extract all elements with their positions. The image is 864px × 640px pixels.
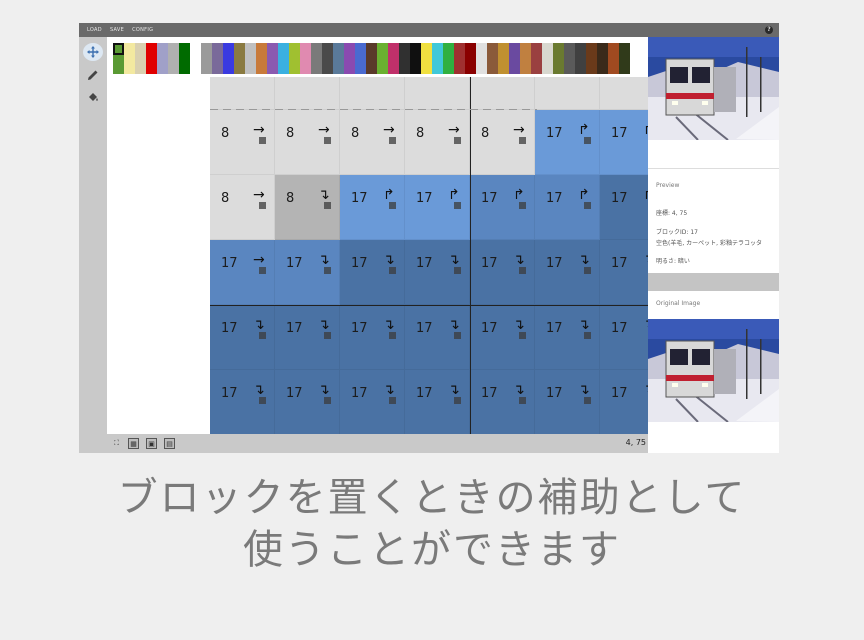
cursor-coordinates: 4, 75	[625, 438, 646, 447]
color-palette	[107, 37, 648, 77]
chunk-lines	[210, 77, 648, 434]
palette-swatch[interactable]	[146, 43, 157, 74]
info-coordinates: 座標: 4, 75	[656, 210, 688, 217]
palette-swatch[interactable]	[212, 43, 223, 74]
caption-line-1: ブロックを置くときの補助として	[117, 475, 747, 521]
palette-swatch[interactable]	[223, 43, 234, 74]
palette-swatch[interactable]	[256, 43, 267, 74]
palette-swatch[interactable]	[553, 43, 564, 74]
palette-swatch[interactable]	[267, 43, 278, 74]
info-block-id: ブロックID: 17	[656, 229, 698, 236]
menu-bar: LOAD SAVE CONFIG ?	[79, 23, 779, 37]
app-window: LOAD SAVE CONFIG ? 8 → 8 → 8 → 8 → 8 → 17 ↱ 1	[79, 23, 779, 453]
preview-label: Preview	[656, 182, 680, 189]
palette-swatch[interactable]	[300, 43, 311, 74]
palette-swatch[interactable]	[520, 43, 531, 74]
palette-swatch[interactable]	[157, 43, 168, 74]
divider	[648, 168, 779, 169]
info-brightness: 明るさ: 暗い	[656, 258, 690, 265]
chunk-toggle-icon[interactable]: ▣	[146, 438, 157, 449]
tool-sidebar	[79, 37, 107, 453]
info-block-name: 空色(羊毛, カーペット, 彩釉テラコッタ	[656, 240, 762, 247]
palette-swatch[interactable]	[465, 43, 476, 74]
palette-selected-swatch[interactable]	[113, 43, 124, 55]
caption-line-2: 使うことができます	[243, 527, 621, 573]
palette-swatch[interactable]	[586, 43, 597, 74]
palette-swatch[interactable]	[476, 43, 487, 74]
palette-swatch[interactable]	[388, 43, 399, 74]
move-tool-button[interactable]	[83, 43, 103, 61]
menu-save[interactable]: SAVE	[110, 27, 124, 33]
palette-swatch[interactable]	[366, 43, 377, 74]
palette-swatch[interactable]	[168, 43, 179, 74]
pencil-tool-button[interactable]	[83, 66, 103, 84]
palette-swatch[interactable]	[377, 43, 388, 74]
palette-swatch[interactable]	[201, 43, 212, 74]
palette-swatch[interactable]	[608, 43, 619, 74]
palette-swatch[interactable]	[542, 43, 553, 74]
original-image-label: Original Image	[656, 300, 701, 307]
palette-swatch[interactable]	[124, 43, 135, 74]
palette-swatch[interactable]	[531, 43, 542, 74]
palette-swatch[interactable]	[498, 43, 509, 74]
palette-swatch[interactable]	[597, 43, 608, 74]
status-bar: ⛶ ▦ ▣ ▤ 4, 75	[107, 434, 648, 453]
palette-swatch[interactable]	[355, 43, 366, 74]
bucket-tool-button[interactable]	[83, 88, 103, 106]
caption: ブロックを置くときの補助として 使うことができます	[0, 472, 864, 576]
palette-swatch[interactable]	[135, 43, 146, 74]
grid-toggle-icon[interactable]: ▦	[128, 438, 139, 449]
palette-swatch[interactable]	[399, 43, 410, 74]
palette-swatch[interactable]	[190, 43, 201, 74]
menu-config[interactable]: CONFIG	[132, 27, 153, 33]
palette-swatch[interactable]	[564, 43, 575, 74]
fullscreen-icon[interactable]: ⛶	[111, 438, 122, 449]
palette-swatch[interactable]	[344, 43, 355, 74]
palette-swatch[interactable]	[443, 43, 454, 74]
preview-image	[648, 37, 779, 140]
palette-swatch[interactable]	[410, 43, 421, 74]
pencil-icon	[88, 70, 98, 80]
palette-swatch[interactable]	[487, 43, 498, 74]
move-icon	[87, 46, 99, 58]
palette-swatch[interactable]	[333, 43, 344, 74]
palette-swatch[interactable]	[322, 43, 333, 74]
palette-swatch[interactable]	[619, 43, 630, 74]
original-image	[648, 319, 779, 422]
panel-separator	[648, 273, 779, 291]
palette-swatch[interactable]	[575, 43, 586, 74]
block-id-toggle-icon[interactable]: ▤	[164, 438, 175, 449]
palette-swatch[interactable]	[311, 43, 322, 74]
palette-swatch[interactable]	[245, 43, 256, 74]
block-canvas[interactable]: 8→8→8→8→8→17↱17↱8→8↴17↱17↱17↱17↱17↱17→17…	[107, 77, 648, 434]
help-icon[interactable]: ?	[765, 26, 773, 34]
palette-swatch[interactable]	[509, 43, 520, 74]
palette-swatch[interactable]	[234, 43, 245, 74]
palette-swatch[interactable]	[454, 43, 465, 74]
palette-swatch[interactable]	[289, 43, 300, 74]
palette-swatch[interactable]	[179, 43, 190, 74]
palette-swatch[interactable]	[432, 43, 443, 74]
paint-bucket-icon	[89, 93, 98, 101]
info-panel: Preview 座標: 4, 75 ブロックID: 17 空色(羊毛, カーペッ…	[648, 37, 779, 453]
palette-swatch[interactable]	[421, 43, 432, 74]
menu-load[interactable]: LOAD	[87, 27, 102, 33]
palette-swatch[interactable]	[278, 43, 289, 74]
